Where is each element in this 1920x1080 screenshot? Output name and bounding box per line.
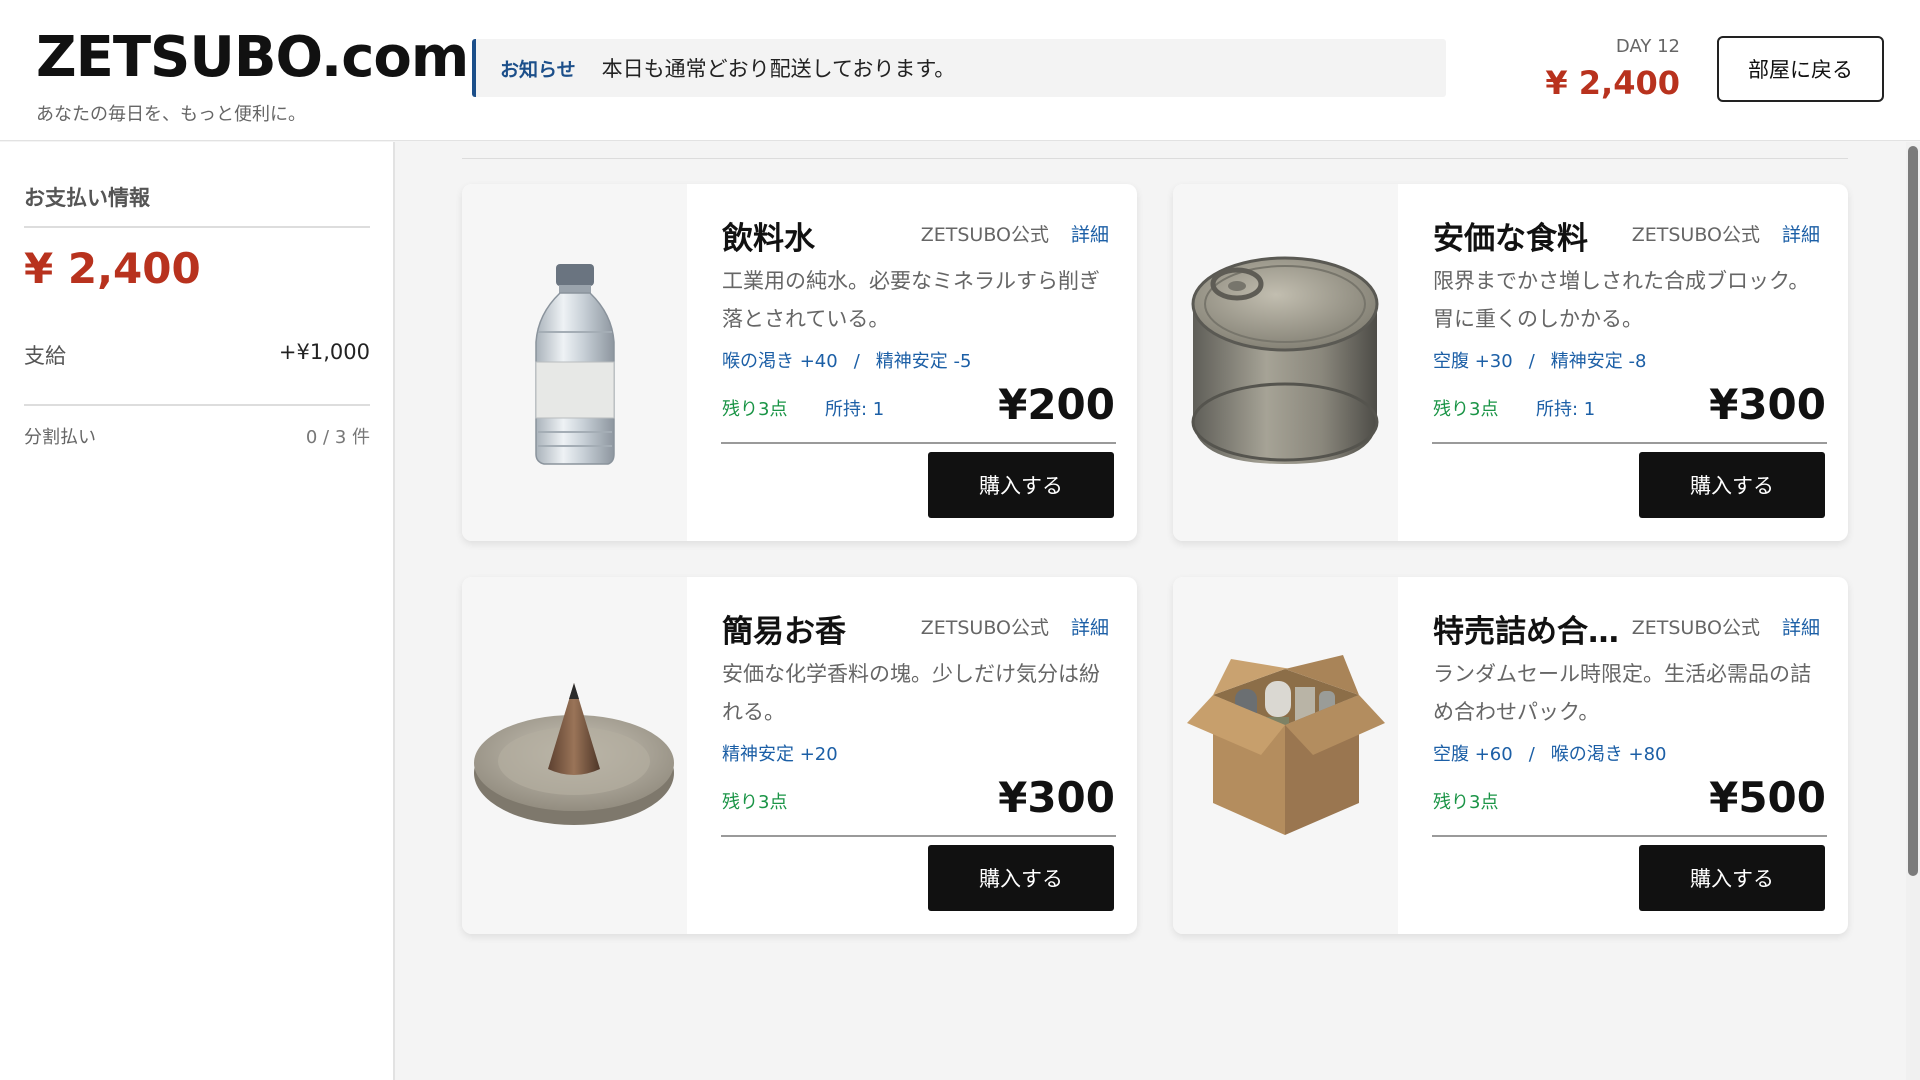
effect-item: 喉の渇き +40	[722, 351, 838, 372]
owned-count: 所持: 1	[825, 399, 885, 420]
water-bottle-icon	[535, 264, 615, 465]
payment-info-title: お支払い情報	[24, 186, 150, 210]
product-card: 安価な食料 ZETSUBO公式 詳細 限界までかさ増しされた合成ブロック。胃に重…	[1173, 184, 1848, 541]
effect-item: 精神安定 -8	[1550, 351, 1647, 372]
effect-item: 空腹 +30	[1433, 351, 1513, 372]
product-name: 飲料水	[722, 221, 815, 257]
effect-item: 喉の渇き +80	[1550, 744, 1667, 765]
product-image	[1173, 577, 1398, 934]
day-counter: DAY 12	[1615, 36, 1680, 57]
product-effects: 空腹 +60 / 喉の渇き +80	[1433, 740, 1667, 766]
scrollbar-thumb[interactable]	[1908, 146, 1918, 876]
installment-value: 0 / 3 件	[305, 427, 370, 448]
payment-sidebar: お支払い情報 ¥ 2,400 支給 +¥1,000 分割払い 0 / 3 件	[0, 142, 395, 1080]
effect-item: 精神安定 +20	[722, 744, 838, 765]
card-divider	[721, 835, 1116, 837]
site-logo[interactable]: ZETSUBO.com	[36, 26, 469, 90]
product-effects: 精神安定 +20	[722, 740, 838, 766]
product-vendor: ZETSUBO公式	[920, 617, 1049, 639]
product-description: 安価な化学香料の塊。少しだけ気分は紛れる。	[722, 662, 1100, 724]
stock-remaining: 残り3点	[1433, 399, 1499, 420]
card-divider	[1432, 835, 1827, 837]
effect-item: 空腹 +60	[1433, 744, 1513, 765]
stock-remaining: 残り3点	[722, 792, 788, 813]
header: ZETSUBO.com あなたの毎日を、もっと便利に。 お知らせ 本日も通常どお…	[0, 0, 1920, 141]
product-effects: 喉の渇き +40 / 精神安定 -5	[722, 347, 971, 373]
allowance-label: 支給	[24, 344, 66, 368]
product-price: ¥200	[998, 380, 1115, 429]
effect-separator: /	[853, 351, 860, 372]
product-vendor: ZETSUBO公式	[1631, 617, 1760, 639]
incense-cone-icon	[474, 683, 674, 825]
buy-button[interactable]: 購入する	[1639, 845, 1825, 911]
tagline: あなたの毎日を、もっと便利に。	[36, 104, 306, 125]
effect-item: 精神安定 -5	[875, 351, 972, 372]
product-detail-link[interactable]: 詳細	[1782, 613, 1820, 640]
allowance-value: +¥1,000	[278, 340, 370, 364]
product-card: 簡易お香 ZETSUBO公式 詳細 安価な化学香料の塊。少しだけ気分は紛れる。 …	[462, 577, 1137, 934]
product-card: 飲料水 ZETSUBO公式 詳細 工業用の純水。必要なミネラルすら削ぎ落とされて…	[462, 184, 1137, 541]
effect-separator: /	[1528, 351, 1535, 372]
product-description: 限界までかさ増しされた合成ブロック。胃に重くのしかかる。	[1433, 269, 1810, 331]
product-detail-link[interactable]: 詳細	[1071, 613, 1109, 640]
cardboard-box-icon	[1187, 655, 1385, 835]
product-detail-link[interactable]: 詳細	[1071, 220, 1109, 247]
buy-button[interactable]: 購入する	[928, 452, 1114, 518]
product-detail-link[interactable]: 詳細	[1782, 220, 1820, 247]
stock-remaining: 残り3点	[1433, 792, 1499, 813]
back-to-room-button[interactable]: 部屋に戻る	[1717, 36, 1884, 102]
product-name: 安価な食料	[1433, 221, 1588, 257]
product-price: ¥300	[998, 773, 1115, 822]
product-card: 特売詰め合… ZETSUBO公式 詳細 ランダムセール時限定。生活必需品の詰め合…	[1173, 577, 1848, 934]
effect-separator: /	[1528, 744, 1535, 765]
product-vendor: ZETSUBO公式	[1631, 224, 1760, 246]
card-divider	[721, 442, 1116, 444]
product-price: ¥300	[1709, 380, 1826, 429]
product-description: ランダムセール時限定。生活必需品の詰め合わせパック。	[1433, 662, 1811, 724]
installment-label: 分割払い	[24, 427, 96, 448]
product-image	[462, 184, 687, 541]
tin-can-icon	[1191, 256, 1379, 464]
buy-button[interactable]: 購入する	[928, 845, 1114, 911]
main-divider	[462, 158, 1848, 159]
owned-count: 所持: 1	[1536, 399, 1596, 420]
product-image	[1173, 184, 1398, 541]
product-effects: 空腹 +30 / 精神安定 -8	[1433, 347, 1646, 373]
sidebar-divider	[24, 404, 370, 406]
product-name: 簡易お香	[722, 614, 846, 650]
sidebar-divider	[24, 226, 370, 228]
product-description: 工業用の純水。必要なミネラルすら削ぎ落とされている。	[722, 269, 1100, 331]
notice-label: お知らせ	[500, 58, 576, 81]
buy-button[interactable]: 購入する	[1639, 452, 1825, 518]
notice-text: 本日も通常どおり配送しております。	[601, 57, 956, 81]
installment-row: 分割払い 0 / 3 件	[24, 423, 370, 449]
stock-remaining: 残り3点	[722, 399, 788, 420]
sidebar-balance: ¥ 2,400	[24, 244, 201, 293]
product-name: 特売詰め合…	[1433, 614, 1619, 650]
product-vendor: ZETSUBO公式	[920, 224, 1049, 246]
header-balance: ¥ 2,400	[1545, 64, 1680, 102]
product-image	[462, 577, 687, 934]
product-price: ¥500	[1709, 773, 1826, 822]
allowance-row: 支給 +¥1,000	[24, 340, 370, 370]
notice-banner: お知らせ 本日も通常どおり配送しております。	[472, 39, 1446, 97]
card-divider	[1432, 442, 1827, 444]
